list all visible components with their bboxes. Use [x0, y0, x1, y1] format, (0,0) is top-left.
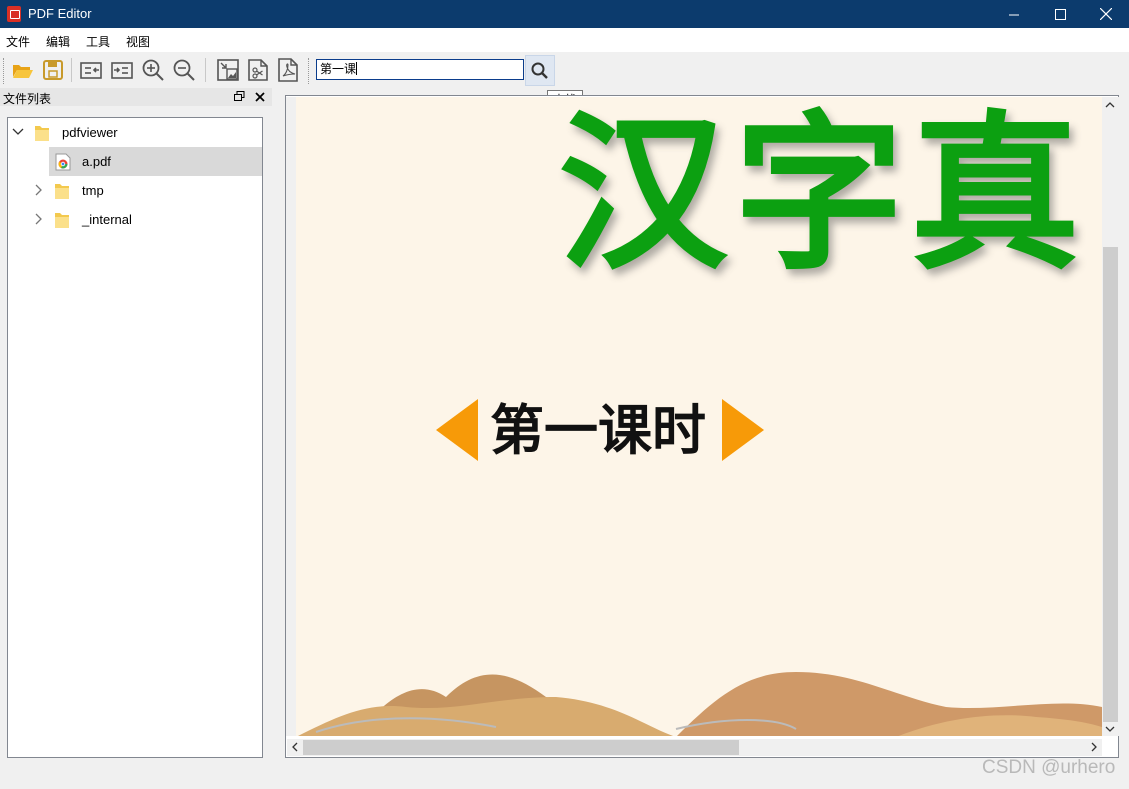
pdf-page: 汉字真 第一课时 — [296, 97, 1102, 736]
minimize-button[interactable] — [991, 0, 1037, 28]
search-input[interactable]: 第一课 — [316, 59, 524, 80]
app-icon — [7, 6, 21, 22]
minimize-icon — [1008, 14, 1019, 15]
extract-pages-button[interactable] — [244, 56, 272, 84]
search-icon — [531, 62, 548, 79]
menu-file[interactable]: 文件 — [6, 33, 30, 50]
text-cursor — [356, 62, 358, 75]
search-button[interactable] — [525, 55, 555, 86]
watermark: CSDN @urhero — [982, 757, 1116, 778]
export-pdf-icon — [278, 58, 298, 82]
search-input-value: 第一课 — [320, 62, 357, 76]
save-icon — [43, 60, 63, 80]
horizontal-scrollbar[interactable] — [287, 739, 1102, 756]
tree-item-label: _internal — [82, 212, 132, 227]
scroll-left-icon[interactable] — [291, 742, 299, 752]
toolbar-separator — [71, 58, 72, 82]
pdf-to-image-button[interactable] — [214, 56, 242, 84]
vertical-scrollbar[interactable] — [1102, 97, 1119, 736]
menu-bar: 文件 编辑 工具 视图 — [0, 28, 1129, 52]
export-pdf-button[interactable] — [275, 56, 303, 84]
split-button[interactable] — [77, 56, 105, 84]
pdf-file-icon — [55, 153, 71, 171]
left-arrow-shape — [436, 399, 478, 461]
merge-button[interactable] — [108, 56, 136, 84]
toolbar-grip[interactable] — [3, 58, 6, 84]
scroll-right-icon[interactable] — [1090, 742, 1098, 752]
tree-item-internal[interactable]: _internal — [8, 205, 262, 234]
right-arrow-shape — [722, 399, 764, 461]
dock-float-button[interactable] — [234, 90, 245, 105]
tree-item-label: a.pdf — [82, 154, 111, 169]
lesson-banner: 第一课时 — [436, 397, 776, 467]
tree-item-pdfviewer[interactable]: pdfviewer — [8, 118, 262, 147]
save-button[interactable] — [39, 56, 67, 84]
hills-illustration — [298, 672, 1102, 736]
viewer-gutter — [286, 97, 296, 736]
file-tree: pdfviewer a.pdf tmp _internal — [7, 117, 263, 758]
merge-icon — [111, 62, 133, 79]
maximize-button[interactable] — [1037, 0, 1083, 28]
page-heading: 汉字真 — [558, 97, 1087, 294]
chevron-right-icon[interactable] — [32, 213, 44, 225]
toolbar-grip[interactable] — [308, 58, 311, 84]
folder-icon — [55, 213, 69, 228]
vertical-scroll-thumb[interactable] — [1103, 247, 1118, 722]
zoom-out-icon — [173, 59, 195, 81]
float-window-icon — [234, 91, 245, 101]
window-title: PDF Editor — [28, 6, 92, 21]
zoom-in-button[interactable] — [139, 56, 167, 84]
tree-item-tmp[interactable]: tmp — [8, 176, 262, 205]
extract-pages-icon — [248, 59, 268, 81]
toolbar-separator — [205, 58, 206, 82]
open-button[interactable] — [9, 56, 37, 84]
close-button[interactable] — [1083, 0, 1129, 28]
close-icon — [1100, 8, 1112, 20]
tree-item-a-pdf[interactable]: a.pdf — [49, 147, 262, 176]
menu-edit[interactable]: 编辑 — [46, 33, 70, 50]
menu-view[interactable]: 视图 — [126, 33, 150, 50]
tree-item-label: tmp — [82, 183, 104, 198]
split-icon — [80, 62, 102, 79]
pdf-to-image-icon — [217, 59, 239, 81]
tree-item-label: pdfviewer — [62, 125, 118, 140]
lesson-title: 第一课时 — [490, 398, 706, 462]
open-folder-icon — [13, 65, 33, 78]
scroll-down-icon[interactable] — [1105, 725, 1115, 733]
chevron-right-icon[interactable] — [32, 184, 44, 196]
toolbar — [0, 52, 1129, 88]
folder-icon — [35, 126, 49, 141]
chevron-down-icon[interactable] — [12, 126, 24, 138]
zoom-out-button[interactable] — [170, 56, 198, 84]
scroll-up-icon[interactable] — [1105, 101, 1115, 109]
file-list-dock-title: 文件列表 — [0, 88, 272, 106]
maximize-icon — [1054, 8, 1066, 20]
dock-close-button[interactable] — [255, 89, 265, 105]
close-icon — [255, 92, 265, 102]
dock-title-label: 文件列表 — [3, 92, 52, 106]
folder-icon — [55, 184, 69, 199]
horizontal-scroll-thumb[interactable] — [303, 740, 739, 755]
zoom-in-icon — [142, 59, 164, 81]
title-bar: PDF Editor — [0, 0, 1129, 28]
menu-tools[interactable]: 工具 — [86, 33, 110, 50]
pdf-viewer[interactable]: 汉字真 第一课时 — [285, 95, 1119, 758]
